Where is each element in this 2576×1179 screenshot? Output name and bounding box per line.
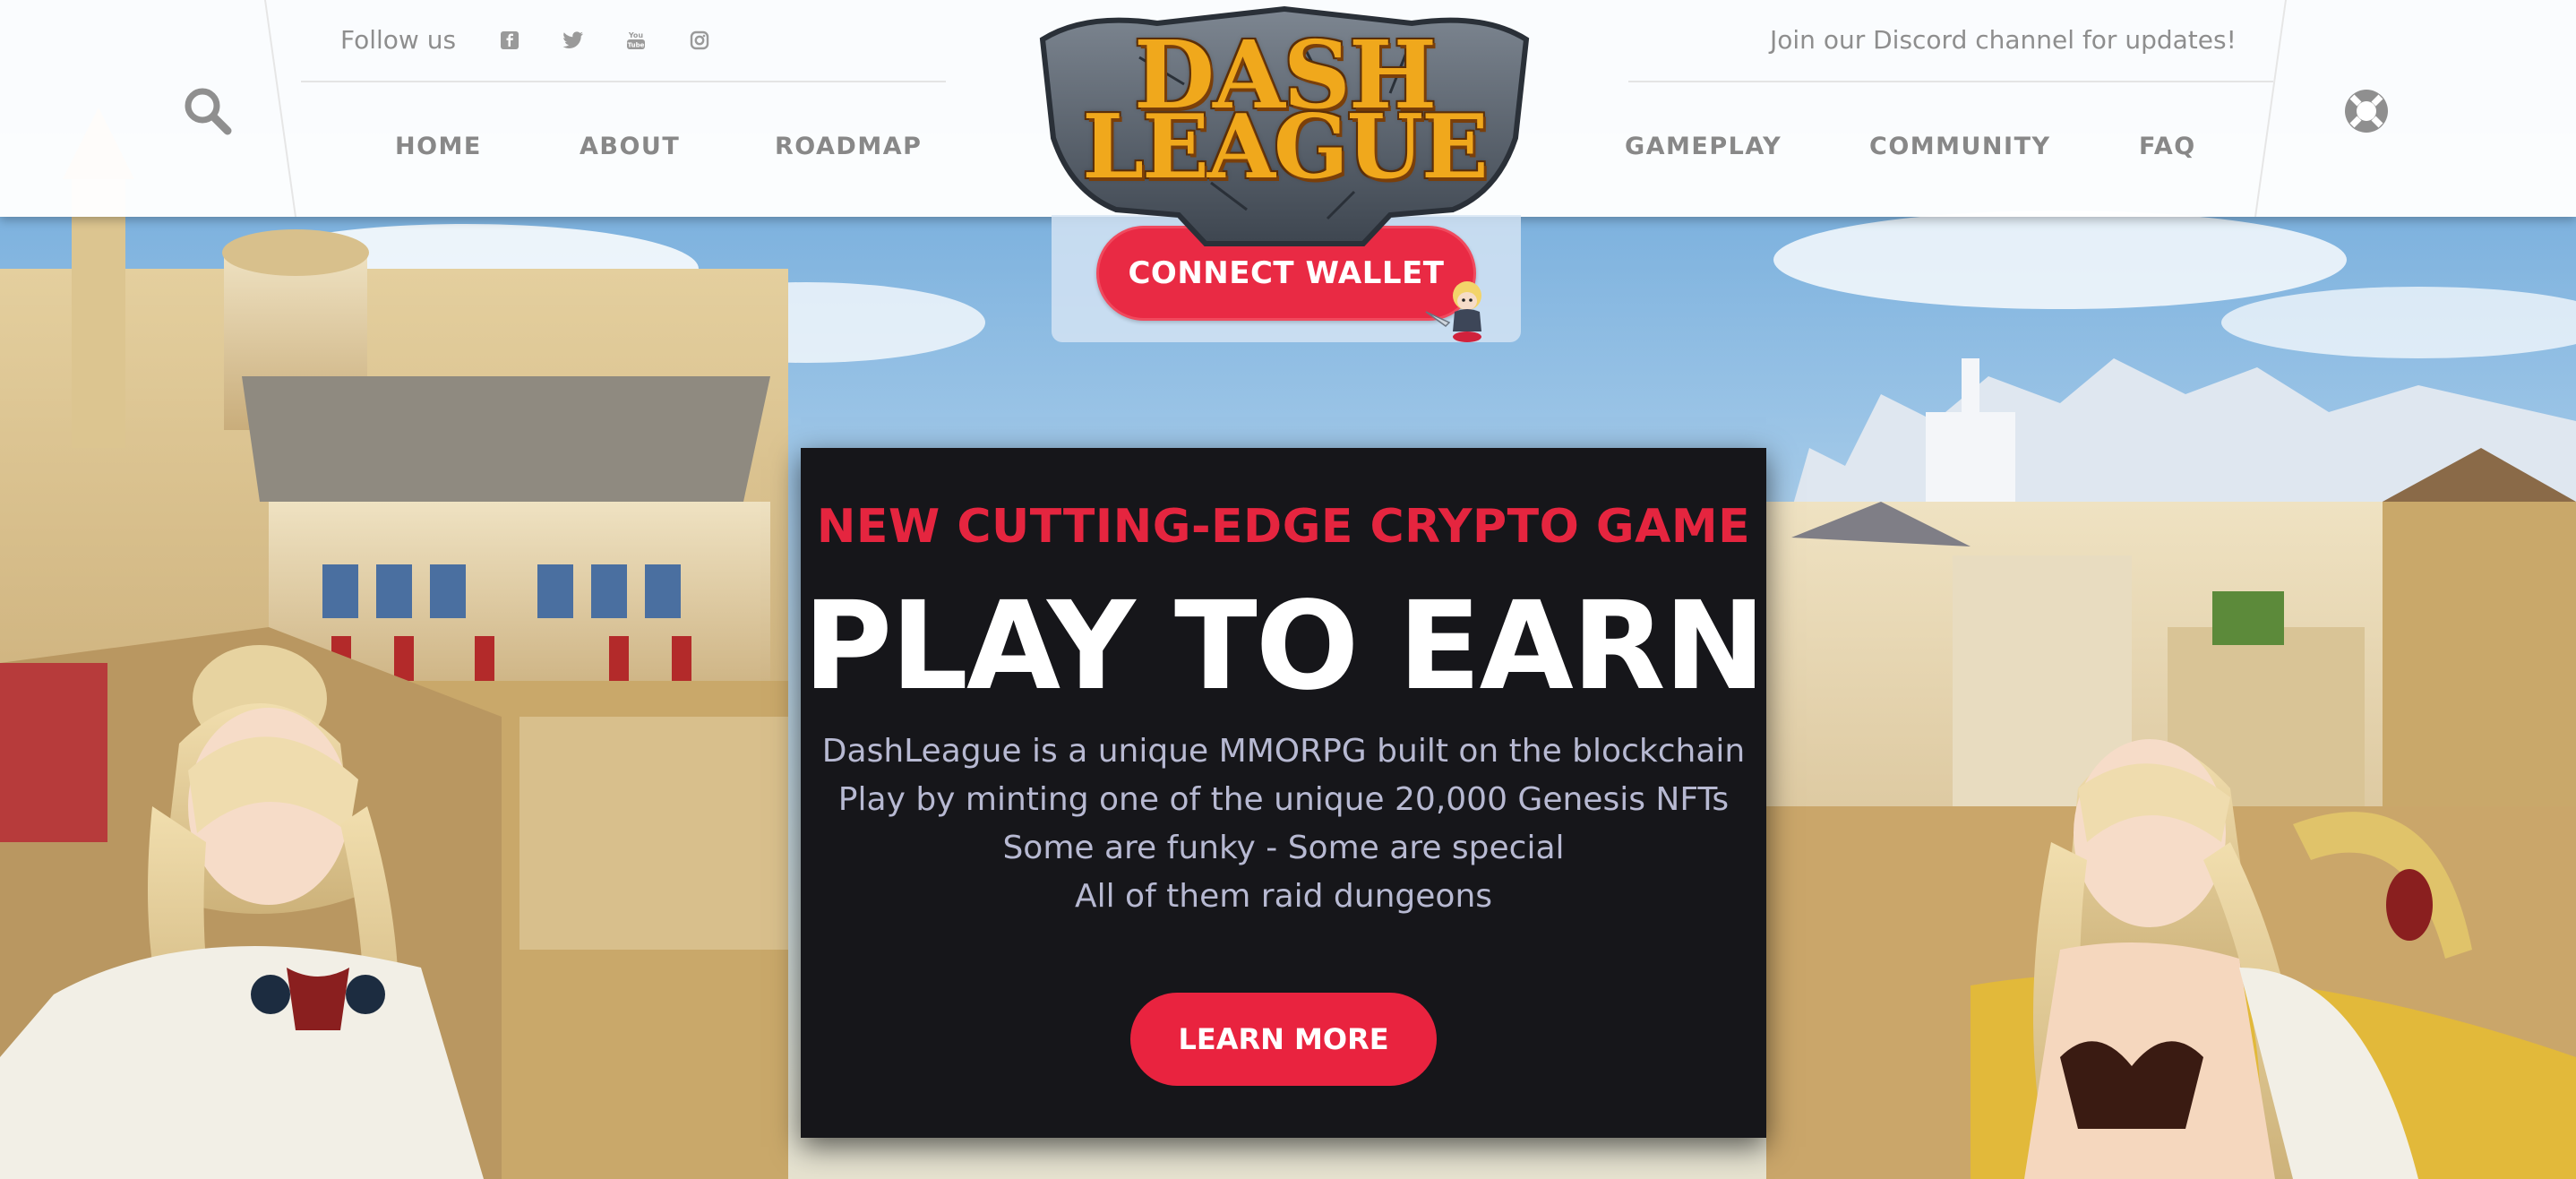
hero-line: Some are funky - Some are special (1002, 830, 1565, 866)
search-icon[interactable] (181, 84, 235, 138)
hero-line: Play by minting one of the unique 20,000… (837, 781, 1730, 818)
logo-word-league: LEAGUE (1082, 96, 1489, 199)
instagram-icon[interactable] (688, 29, 711, 52)
nav-roadmap[interactable]: ROADMAP (775, 133, 922, 160)
header-divider-left (263, 0, 297, 217)
header-divider-right (2254, 0, 2288, 217)
hero-line: DashLeague is a unique MMORPG built on t… (821, 733, 1746, 770)
svg-text:You: You (628, 31, 644, 39)
dash-league-logo[interactable]: DASH LEAGUE (1032, 4, 1537, 247)
nav-home[interactable]: HOME (395, 133, 482, 160)
hero-panel: NEW CUTTING-EDGE CRYPTO GAME PLAY TO EAR… (801, 448, 1766, 1138)
header-rule-left (301, 81, 946, 82)
svg-text:Tube: Tube (628, 42, 645, 49)
youtube-icon[interactable]: You Tube (624, 29, 648, 52)
hero-kicker: NEW CUTTING-EDGE CRYPTO GAME (816, 500, 1751, 554)
twitter-icon[interactable] (562, 29, 585, 52)
hero-title: PLAY TO EARN (803, 576, 1766, 718)
hero-line: All of them raid dungeons (1074, 878, 1493, 915)
facebook-icon[interactable] (498, 29, 521, 52)
mascot-character-icon (1425, 281, 1481, 342)
follow-us-label: Follow us (340, 25, 457, 55)
nav-gameplay[interactable]: GAMEPLAY (1625, 133, 1782, 160)
nav-about[interactable]: ABOUT (580, 133, 680, 160)
nav-community[interactable]: COMMUNITY (1869, 133, 2051, 160)
discord-updates-note: Join our Discord channel for updates! (1770, 25, 2237, 55)
nav-faq[interactable]: FAQ (2139, 133, 2196, 160)
lifebuoy-icon[interactable] (2340, 84, 2393, 138)
hero-description: DashLeague is a unique MMORPG built on t… (801, 727, 1766, 921)
header-rule-right (1628, 81, 2273, 82)
learn-more-button[interactable]: LEARN MORE (1130, 993, 1437, 1086)
